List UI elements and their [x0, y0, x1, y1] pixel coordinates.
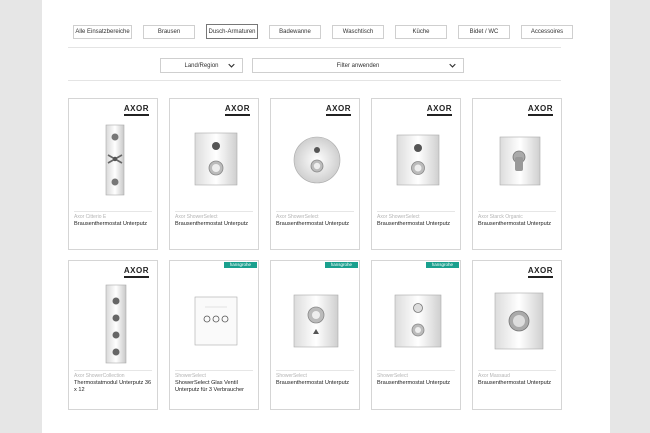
product-card[interactable]: AXOR Axor ShowerSelect Brausenthermostat…	[371, 98, 461, 250]
product-card[interactable]: AXOR Axor Citterio E Brausenthermostat U…	[68, 98, 158, 250]
product-card[interactable]: hansgrohe ShowerSelect Brausenthermostat…	[270, 260, 360, 410]
divider-top	[68, 47, 561, 48]
card-divider	[478, 211, 556, 212]
product-image	[478, 115, 558, 205]
product-series: ShowerSelect	[276, 373, 307, 379]
product-series: Axor Massaud	[478, 373, 510, 379]
product-name[interactable]: Thermostatmodul Unterputz 36 x 12	[74, 380, 153, 394]
filter-select-label: Filter anwenden	[336, 62, 380, 69]
product-series: Axor ShowerSelect	[175, 214, 218, 220]
tab-dusch-armaturen[interactable]: Dusch-Armaturen	[206, 24, 258, 39]
card-divider	[175, 370, 253, 371]
divider-filters	[68, 80, 561, 81]
product-image	[175, 115, 255, 205]
product-card[interactable]: hansgrohe ShowerSelect Brausenthermostat…	[371, 260, 461, 410]
product-series: ShowerSelect	[175, 373, 206, 379]
product-series: Axor Starck Organic	[478, 214, 523, 220]
product-card[interactable]: AXOR Axor ShowerSelect Brausenthermostat…	[270, 98, 360, 250]
product-series: Axor ShowerSelect	[377, 214, 420, 220]
tab-kueche[interactable]: Küche	[395, 25, 447, 39]
product-card[interactable]: AXOR Axor ShowerCollection Thermostatmod…	[68, 260, 158, 410]
tab-brausen[interactable]: Brausen	[143, 25, 195, 39]
tab-accessoires[interactable]: Accessoires	[521, 25, 573, 39]
product-name[interactable]: Brausenthermostat Unterputz	[276, 221, 355, 228]
product-series: Axor Citterio E	[74, 214, 107, 220]
region-select-label: Land/Region	[184, 62, 219, 69]
product-name[interactable]: ShowerSelect Glas Ventil Unterputz für 3…	[175, 380, 254, 394]
product-name[interactable]: Brausenthermostat Unterputz	[478, 380, 557, 387]
filter-select[interactable]: Filter anwenden	[252, 58, 464, 73]
product-image	[377, 277, 457, 367]
tab-alle-einsatzbereiche[interactable]: Alle Einsatzbereiche	[73, 25, 132, 39]
filter-bar: Land/Region Filter anwenden	[160, 58, 464, 73]
product-name[interactable]: Brausenthermostat Unterputz	[377, 380, 456, 387]
product-card[interactable]: hansgrohe ShowerSelect ShowerSelect Glas…	[169, 260, 259, 410]
product-image	[478, 277, 558, 367]
card-divider	[175, 211, 253, 212]
card-divider	[377, 370, 455, 371]
hansgrohe-badge: hansgrohe	[425, 262, 459, 268]
product-series: ShowerSelect	[377, 373, 408, 379]
tab-bidet-wc[interactable]: Bidet / WC	[458, 25, 510, 39]
card-divider	[276, 370, 354, 371]
product-image	[74, 115, 154, 205]
tab-waschtisch[interactable]: Waschtisch	[332, 25, 384, 39]
card-divider	[377, 211, 455, 212]
product-card[interactable]: AXOR Axor ShowerSelect Brausenthermostat…	[169, 98, 259, 250]
hansgrohe-badge: hansgrohe	[223, 262, 257, 268]
tab-badewanne[interactable]: Badewanne	[269, 25, 321, 39]
card-divider	[74, 370, 152, 371]
product-image	[377, 115, 457, 205]
product-name[interactable]: Brausenthermostat Unterputz	[276, 380, 355, 387]
product-name[interactable]: Brausenthermostat Unterputz	[74, 221, 153, 228]
chevron-down-icon	[449, 63, 456, 68]
product-name[interactable]: Brausenthermostat Unterputz	[175, 221, 254, 228]
product-image	[276, 277, 356, 367]
region-select[interactable]: Land/Region	[160, 58, 243, 73]
product-card[interactable]: AXOR Axor Massaud Brausenthermostat Unte…	[472, 260, 562, 410]
product-series: Axor ShowerSelect	[276, 214, 319, 220]
product-image	[276, 115, 356, 205]
card-divider	[276, 211, 354, 212]
chevron-down-icon	[228, 63, 235, 68]
card-divider	[478, 370, 556, 371]
hansgrohe-badge: hansgrohe	[324, 262, 358, 268]
product-card[interactable]: AXOR Axor Starck Organic Brausenthermost…	[472, 98, 562, 250]
card-divider	[74, 211, 152, 212]
product-image	[175, 277, 255, 367]
product-grid: AXOR Axor Citterio E Brausenthermostat U…	[68, 98, 562, 410]
category-tabs: Alle Einsatzbereiche Brausen Dusch-Armat…	[73, 24, 584, 39]
product-image	[74, 277, 154, 367]
product-series: Axor ShowerCollection	[74, 373, 125, 379]
product-name[interactable]: Brausenthermostat Unterputz	[478, 221, 557, 228]
product-name[interactable]: Brausenthermostat Unterputz	[377, 221, 456, 228]
